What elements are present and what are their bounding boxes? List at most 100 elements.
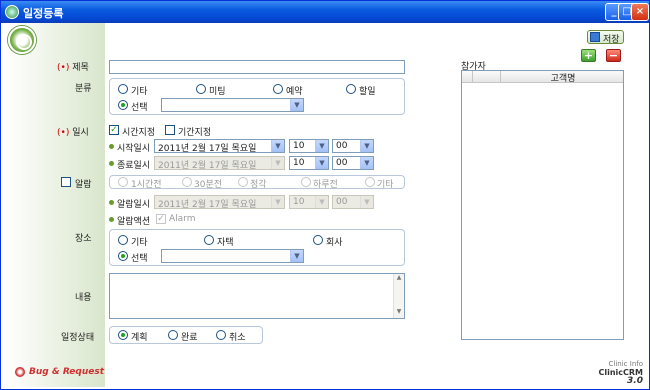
category-dropdown[interactable]: ▼: [161, 98, 304, 112]
place-radio-select[interactable]: [118, 251, 128, 261]
app-logo: [8, 26, 36, 54]
status-radio-cancel[interactable]: [216, 330, 226, 340]
alarm-radio-1d[interactable]: [301, 177, 311, 187]
alarm-hour-select[interactable]: 10 ▼: [289, 195, 329, 209]
end-minute-select[interactable]: 00 ▼: [332, 156, 374, 170]
place-radio-etc[interactable]: [118, 235, 128, 245]
start-label: 시작일시: [117, 144, 151, 154]
category-option-label: 할일: [359, 87, 376, 97]
chevron-down-icon: ▼: [315, 157, 328, 169]
close-button[interactable]: ×: [631, 3, 649, 21]
alarm-option-label: 기타: [377, 180, 394, 190]
column-header-customer[interactable]: 고객명: [507, 71, 619, 84]
window-title: 일정등록: [23, 7, 64, 20]
chevron-down-icon: ▼: [315, 196, 328, 208]
scroll-down-icon[interactable]: ▼: [394, 308, 404, 318]
end-date-picker[interactable]: 2011년 2월 17일 목요일 ▼: [154, 156, 285, 171]
category-radio-select[interactable]: [118, 100, 128, 110]
period-specified-label: 기간지정: [178, 128, 212, 138]
status-option-label: 취소: [229, 333, 246, 343]
category-radio-reservation[interactable]: [273, 84, 283, 94]
alarm-option-label: 하루전: [313, 180, 338, 190]
client-area: 저장 (•) 제목 분류 (•) 일시 알람 장소 내용 일정상태 기타 미팅 …: [5, 23, 646, 387]
status-radio-done[interactable]: [168, 330, 178, 340]
plus-icon: +: [583, 49, 594, 62]
minus-icon: −: [608, 49, 619, 62]
alarm-minute-select[interactable]: 00 ▼: [332, 195, 374, 209]
end-hour-select[interactable]: 10 ▼: [289, 156, 329, 170]
chevron-down-icon: ▼: [271, 196, 284, 208]
alarm-radio-1h[interactable]: [118, 177, 128, 187]
category-radio-todo[interactable]: [346, 84, 356, 94]
place-label: 장소: [75, 234, 92, 244]
chevron-down-icon: ▼: [271, 140, 284, 152]
alarm-action-checkbox[interactable]: ✓: [156, 214, 166, 224]
status-option-label: 완료: [181, 333, 198, 343]
place-select-label: 선택: [131, 254, 148, 264]
title-bar[interactable]: 일정등록 _ □ ×: [1, 1, 649, 23]
place-dropdown[interactable]: ▼: [161, 249, 304, 263]
end-label: 종료일시: [117, 161, 151, 171]
remove-participant-button[interactable]: −: [606, 49, 621, 62]
grid-header: 고객명: [462, 71, 623, 84]
start-hour-select[interactable]: 10 ▼: [289, 139, 329, 153]
alarm-checkbox[interactable]: [61, 177, 71, 187]
datetime-label: 일시: [72, 128, 89, 138]
chevron-down-icon: ▼: [360, 157, 373, 169]
alarm-date-picker[interactable]: 2011년 2월 17일 목요일 ▼: [154, 195, 285, 210]
place-radio-office[interactable]: [313, 235, 323, 245]
time-specified-label: 시간지정: [122, 128, 156, 138]
app-icon: [5, 5, 19, 19]
participants-grid[interactable]: 고객명: [461, 70, 624, 340]
chevron-down-icon: ▼: [360, 196, 373, 208]
save-button[interactable]: 저장: [587, 30, 624, 45]
grid-divider: [472, 71, 473, 83]
time-specified-checkbox[interactable]: ✓: [109, 125, 119, 135]
bug-request-link[interactable]: Bug & Request: [29, 367, 104, 377]
category-select-label: 선택: [131, 103, 148, 113]
place-group: 기타 자택 회사 선택 ▼: [109, 229, 405, 266]
place-option-label: 회사: [326, 238, 343, 248]
alarm-radio-ontime[interactable]: [238, 177, 248, 187]
place-radio-home[interactable]: [204, 235, 214, 245]
title-input[interactable]: [109, 60, 405, 74]
category-radio-meeting[interactable]: [196, 84, 206, 94]
chevron-down-icon: ▼: [290, 99, 303, 111]
alarm-label: 알람: [75, 180, 92, 190]
category-option-label: 기타: [131, 87, 148, 97]
bug-icon: [15, 367, 25, 377]
category-radio-etc[interactable]: [118, 84, 128, 94]
period-specified-checkbox[interactable]: [165, 125, 175, 135]
status-radio-planned[interactable]: [118, 330, 128, 340]
alarm-action-label: 알람액션: [117, 217, 151, 227]
title-label: 제목: [72, 63, 89, 73]
floppy-icon: [590, 32, 600, 42]
alarm-option-label: 30분전: [194, 180, 223, 190]
bullet-icon: [109, 200, 114, 205]
start-date-picker[interactable]: 2011년 2월 17일 목요일 ▼: [154, 139, 285, 154]
alarm-option-label: 1시간전: [131, 180, 162, 190]
chevron-down-icon: ▼: [315, 140, 328, 152]
category-label: 분류: [75, 84, 92, 94]
place-option-label: 기타: [131, 238, 148, 248]
status-group: 계획 완료 취소: [109, 326, 263, 344]
alarm-radio-30m[interactable]: [182, 177, 192, 187]
alarm-time-label: 알람일시: [117, 200, 151, 210]
datetime-label-row: (•) 일시: [57, 128, 89, 138]
scroll-up-icon[interactable]: ▲: [394, 274, 404, 284]
chevron-down-icon: ▼: [290, 250, 303, 262]
content-label: 내용: [75, 293, 92, 303]
alarm-options-group: 1시간전 30분전 정각 하루전 기타: [109, 175, 405, 190]
category-option-label: 예약: [286, 87, 303, 97]
alarm-radio-etc[interactable]: [365, 177, 375, 187]
category-group: 기타 미팅 예약 할일 선택 ▼: [109, 78, 405, 115]
alarm-option-label: 정각: [250, 180, 267, 190]
bullet-icon: [109, 217, 114, 222]
add-participant-button[interactable]: +: [581, 49, 596, 62]
content-textarea[interactable]: ▲ ▼: [109, 273, 405, 319]
content-scrollbar[interactable]: ▲ ▼: [393, 274, 404, 318]
category-option-label: 미팅: [209, 87, 226, 97]
title-label-row: (•) 제목: [57, 63, 89, 73]
status-label: 일정상태: [61, 333, 95, 343]
start-minute-select[interactable]: 00 ▼: [332, 139, 374, 153]
